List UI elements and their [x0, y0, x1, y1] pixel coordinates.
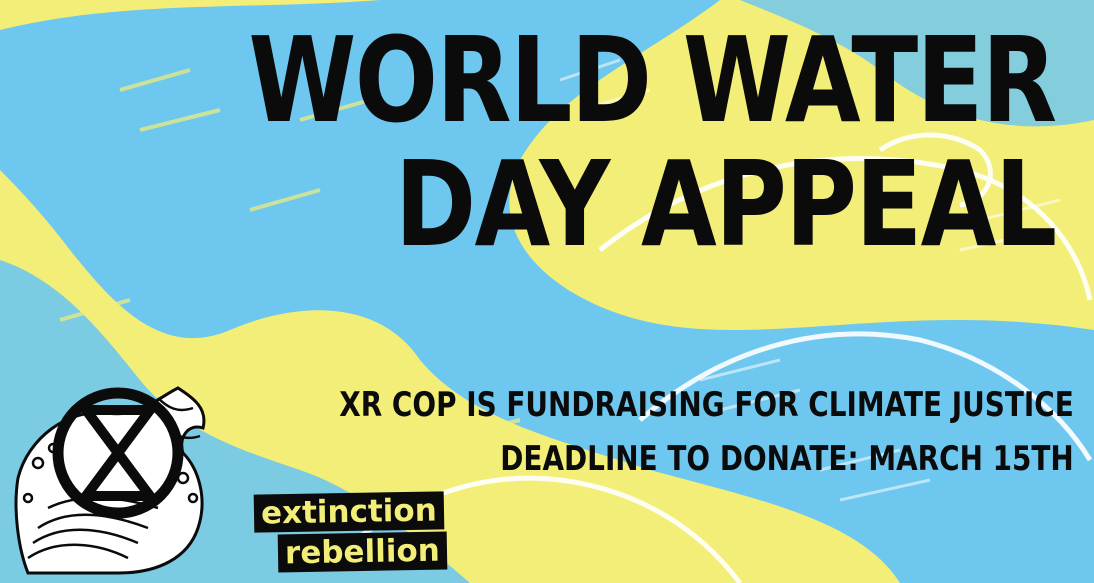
- extinction-symbol-icon: [14, 386, 206, 575]
- title-line-1: WORLD WATER: [248, 11, 1058, 149]
- brand-word-rebellion: rebellion: [277, 531, 448, 573]
- brand-word-extinction: extinction: [253, 491, 445, 533]
- fundraising-line: XR COP IS FUNDRAISING FOR CLIMATE JUSTIC…: [339, 385, 1074, 425]
- deadline-line: DEADLINE TO DONATE: MARCH 15TH: [500, 439, 1075, 479]
- appeal-title: WORLD WATER DAY APPEAL: [248, 11, 1058, 273]
- title-line-2: DAY APPEAL: [395, 135, 1057, 273]
- poster-banner: WORLD WATER DAY APPEAL XR COP IS FUNDRAI…: [0, 0, 1094, 583]
- extinction-rebellion-logo: extinction rebellion: [246, 491, 448, 575]
- appeal-subtitle: XR COP IS FUNDRAISING FOR CLIMATE JUSTIC…: [339, 378, 1074, 486]
